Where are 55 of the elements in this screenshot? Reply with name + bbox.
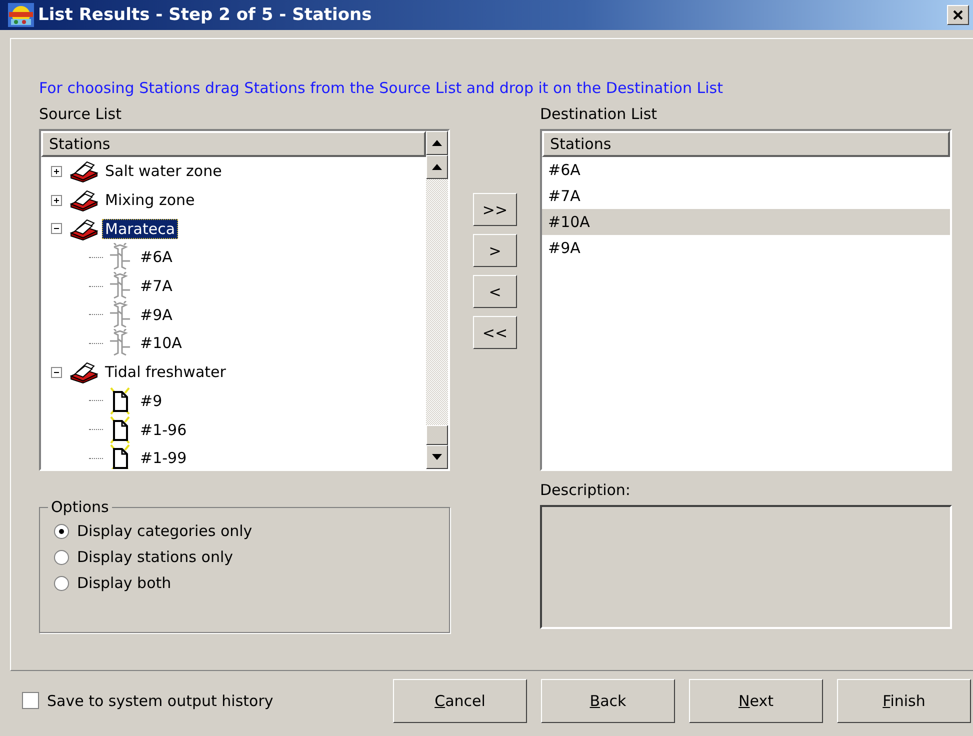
tree-item[interactable]: #9A: [137, 304, 176, 325]
expand-toggle[interactable]: [51, 194, 62, 206]
tree-item[interactable]: Mixing zone: [102, 190, 198, 210]
up-arrow-icon: [432, 140, 442, 146]
source-list-label: Source List: [39, 105, 123, 123]
column-header[interactable]: Stations: [41, 131, 426, 157]
expand-toggle[interactable]: [51, 166, 62, 177]
move-button[interactable]: >>: [473, 193, 517, 226]
tree-item[interactable]: #6A: [137, 247, 176, 268]
radio-button[interactable]: [54, 576, 69, 590]
move-button[interactable]: >: [473, 234, 517, 267]
list-item[interactable]: #10A: [542, 209, 950, 235]
move-button[interactable]: <<: [473, 316, 517, 349]
wizard-button[interactable]: Next: [689, 678, 823, 722]
description-label: Description:: [540, 481, 632, 499]
window-title: List Results - Step 2 of 5 - Stations: [38, 5, 373, 25]
column-header[interactable]: Stations: [542, 131, 950, 157]
stack-icon: [69, 360, 99, 384]
close-button[interactable]: [947, 5, 969, 25]
radio-button[interactable]: [54, 550, 69, 564]
expand-toggle[interactable]: [51, 366, 62, 378]
expand-toggle[interactable]: [51, 223, 62, 234]
scrollbar[interactable]: [426, 131, 448, 469]
tree-item[interactable]: Marateca: [102, 218, 178, 239]
tree-item[interactable]: #1-99: [137, 448, 190, 468]
list-item[interactable]: #7A: [542, 183, 950, 209]
checkbox[interactable]: [22, 692, 39, 709]
list-item[interactable]: #9A: [542, 235, 950, 261]
move-button[interactable]: <: [473, 275, 517, 308]
list-item[interactable]: #6A: [542, 157, 950, 183]
stack-icon: [69, 188, 99, 212]
wizard-button[interactable]: Cancel: [393, 678, 527, 722]
checkbox-label[interactable]: Save to system output history: [47, 692, 274, 710]
tree-item[interactable]: #10A: [137, 333, 185, 354]
radio-label[interactable]: Display categories only: [77, 522, 252, 540]
tree-item[interactable]: #1-96: [137, 420, 190, 440]
app-logo-icon: [8, 3, 34, 27]
up-arrow-icon: [432, 164, 442, 170]
tree-item[interactable]: Tidal freshwater: [102, 362, 229, 382]
tree-item[interactable]: Salt water zone: [102, 161, 225, 182]
stack-icon: [69, 159, 99, 184]
instruction-text: For choosing Stations drag Stations from the Source List and drop it on the Destination List: [39, 79, 724, 97]
scroll-thumb[interactable]: [426, 425, 448, 445]
stack-icon: [69, 216, 99, 241]
destination-list-label: Destination List: [540, 105, 658, 123]
tree-item[interactable]: #7A: [137, 276, 176, 296]
radio-label[interactable]: Display stations only: [77, 548, 233, 566]
wizard-button[interactable]: Finish: [837, 678, 971, 722]
down-arrow-icon: [432, 454, 442, 460]
tree-item[interactable]: #9: [137, 390, 166, 411]
group-title: Options: [48, 498, 112, 516]
radio-label[interactable]: Display both: [77, 574, 172, 592]
close-icon: [952, 9, 964, 21]
wizard-button[interactable]: Back: [541, 678, 675, 722]
radio-button[interactable]: [54, 524, 69, 538]
